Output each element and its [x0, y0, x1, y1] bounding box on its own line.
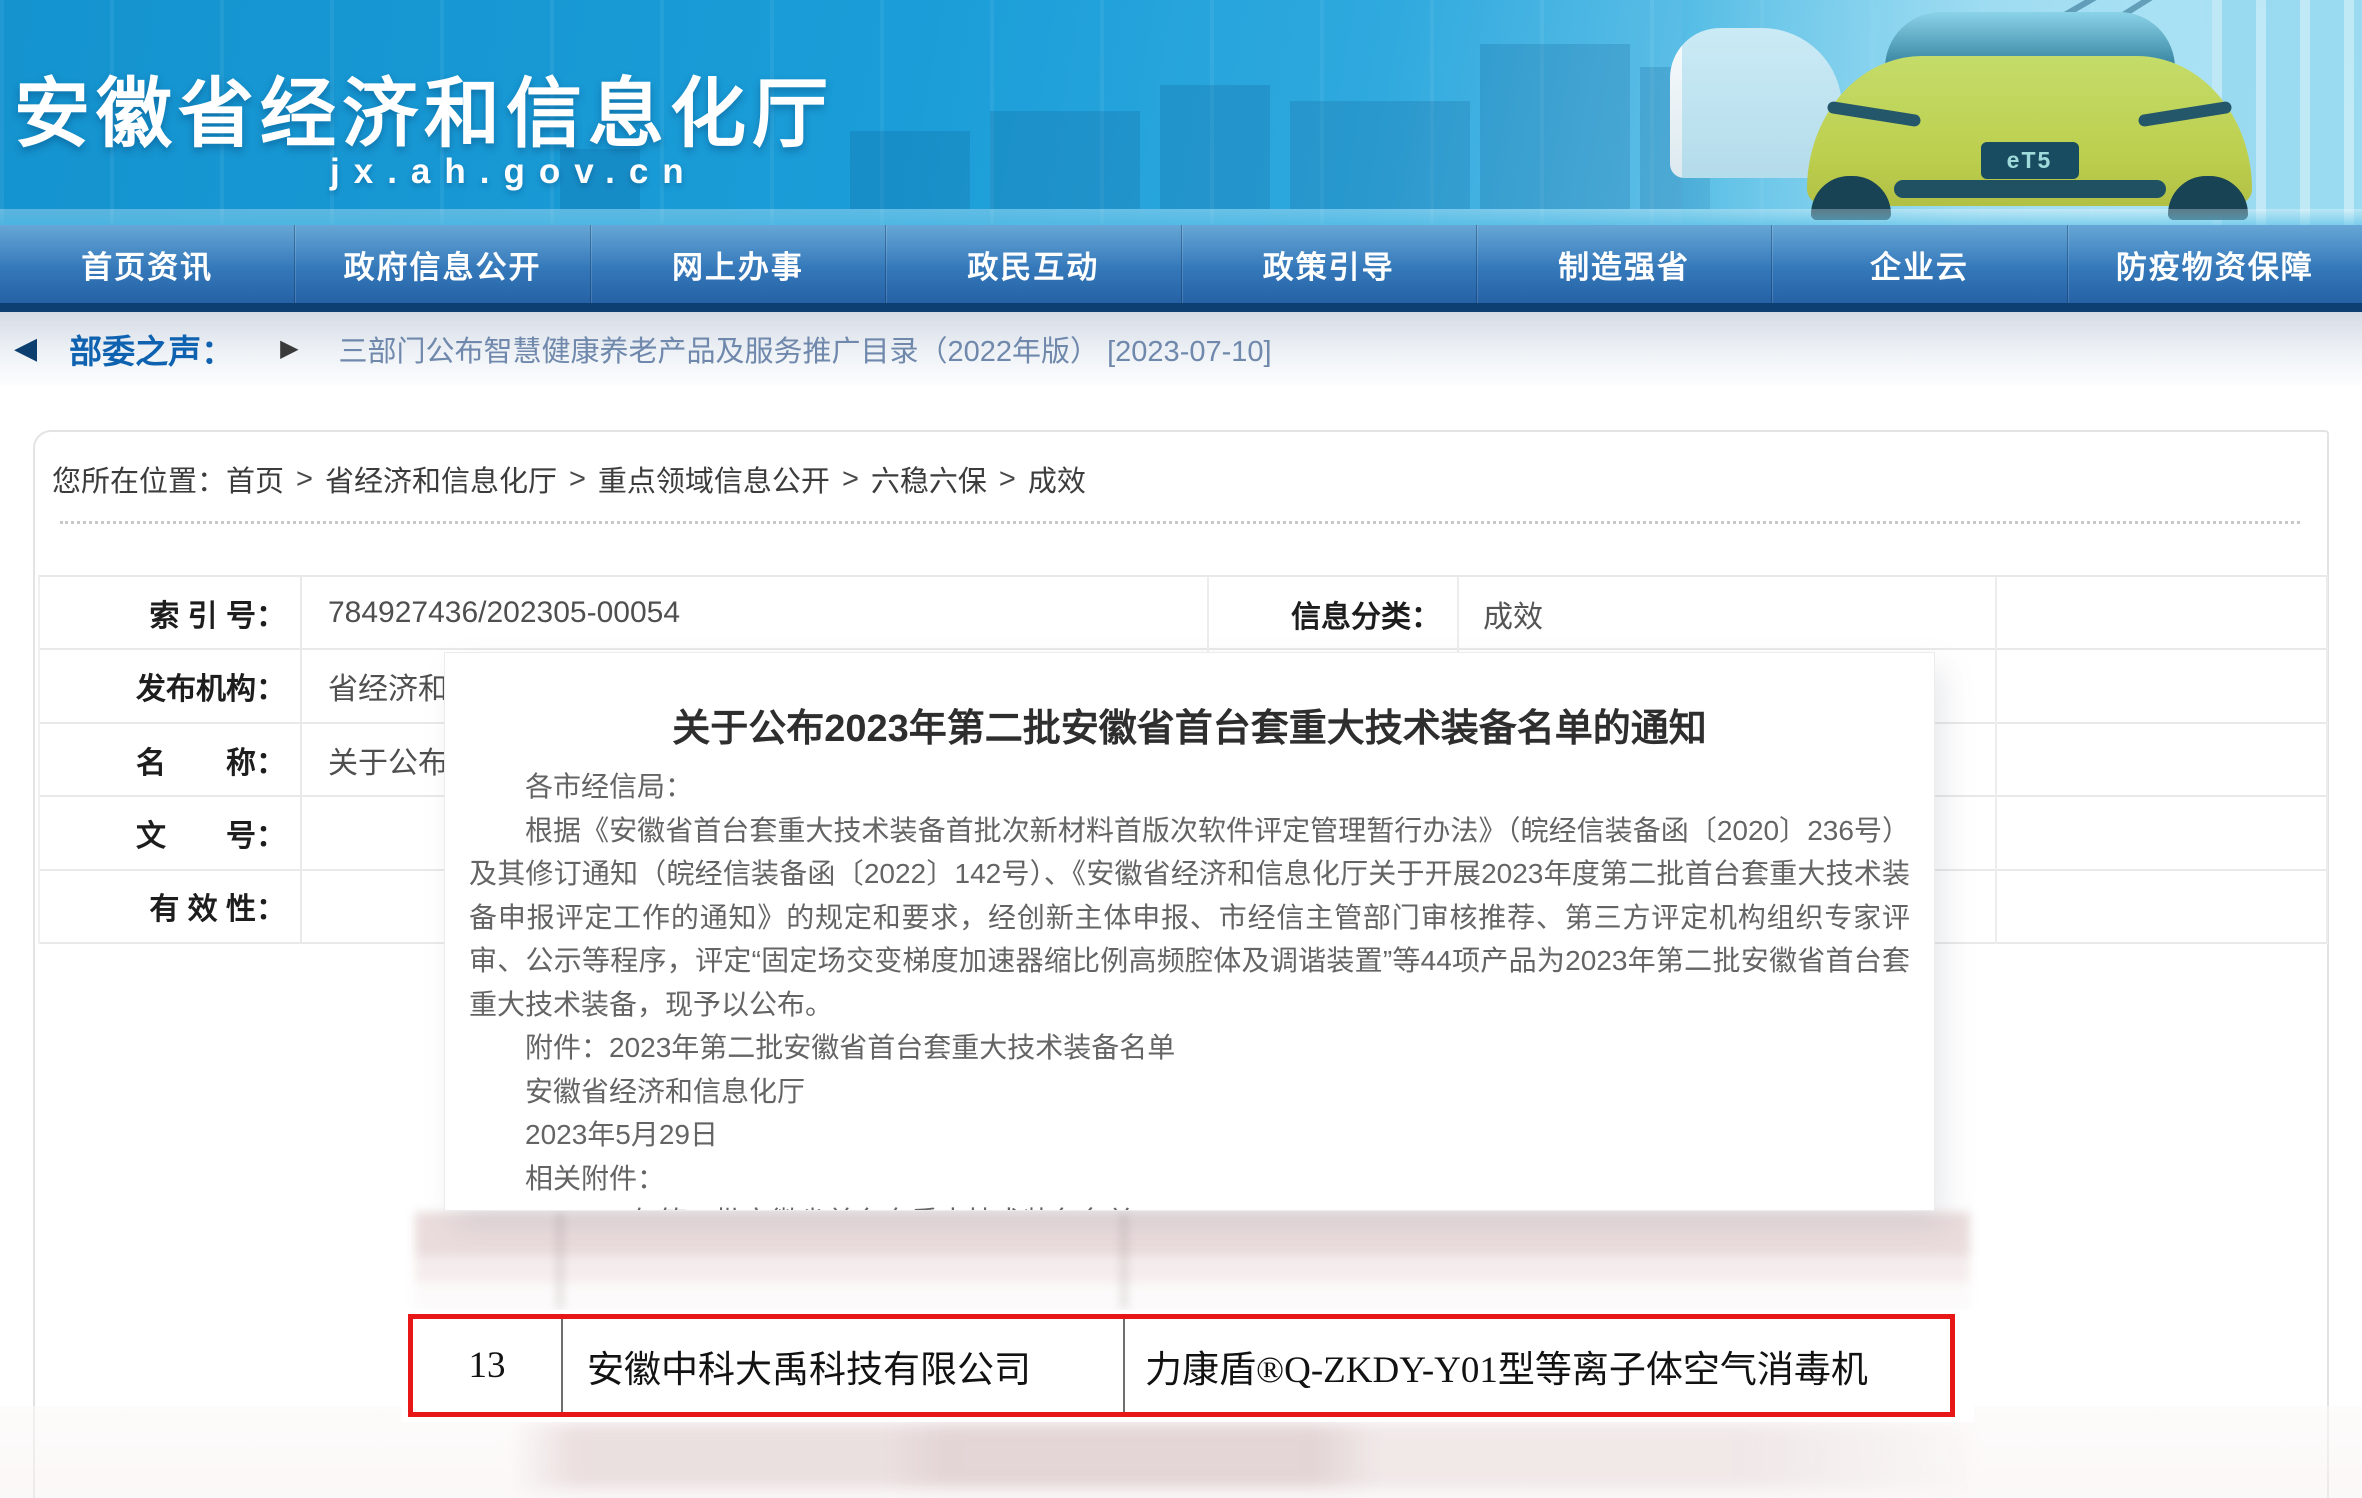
photo-blue-tint	[1682, 0, 2362, 225]
news-ticker: ◀ 部委之声： ▶ 三部门公布智慧健康养老产品及服务推广目录（2022年版） […	[0, 312, 2362, 385]
breadcrumb-prefix: 您所在位置：	[52, 458, 226, 500]
breadcrumb-item-key-info-disclosure[interactable]: 重点领域信息公开	[598, 458, 830, 500]
attachment-link[interactable]: 1、2023年第二批安徽省首台套重大技术装备名单.xlsx	[469, 1200, 1910, 1210]
nav-bottom-strip	[0, 303, 2362, 312]
table-row-right: 信息分类： 成效	[1207, 577, 1543, 651]
breadcrumb-item-results[interactable]: 成效	[1028, 458, 1086, 500]
nav-item-enterprise-cloud[interactable]: 企业云	[1771, 225, 2066, 303]
highlight-product-cell: 力康盾®Q-ZKDY-Y01型等离子体空气消毒机	[1125, 1319, 1950, 1412]
info-label: 有 效 性：	[40, 871, 302, 942]
breadcrumb-separator: >	[842, 463, 859, 496]
table-grid-line	[1995, 577, 1997, 944]
highlight-row: 13 安徽中科大禹科技有限公司 力康盾®Q-ZKDY-Y01型等离子体空气消毒机	[408, 1314, 1955, 1417]
skyline-water	[0, 209, 2362, 225]
blurred-row-below	[420, 1424, 1965, 1488]
skyline-building	[990, 111, 1140, 209]
info-value: 784927436/202305-00054	[302, 577, 680, 648]
breadcrumb-item-department[interactable]: 省经济和信息化厅	[325, 458, 557, 500]
info-value: 成效	[1483, 592, 1543, 636]
skyline-building	[1290, 101, 1470, 209]
notice-paragraph: 各市经信局：	[469, 765, 1910, 809]
ticker-prev-icon[interactable]: ◀	[14, 331, 37, 366]
info-label: 索 引 号：	[40, 577, 302, 648]
ticker-next-icon[interactable]: ▶	[280, 334, 298, 363]
info-value: 省经济和	[302, 650, 448, 721]
highlight-index-cell: 13	[413, 1319, 563, 1412]
highlight-company-cell: 安徽中科大禹科技有限公司	[563, 1319, 1125, 1412]
nav-item-gov-info-disclosure[interactable]: 政府信息公开	[294, 225, 589, 303]
skyline-building	[1480, 44, 1630, 209]
skyline-building	[1160, 85, 1270, 209]
notice-paragraph: 相关附件：	[469, 1157, 1910, 1201]
site-banner: eT5 安徽省经济和信息化厅 jx.ah.gov.cn	[0, 0, 2362, 225]
nav-item-public-interaction[interactable]: 政民互动	[885, 225, 1180, 303]
dotted-divider	[60, 521, 2300, 524]
info-label: 文 号：	[40, 797, 302, 868]
info-value	[302, 797, 328, 868]
info-label: 信息分类：	[1207, 592, 1457, 636]
table-row: 索 引 号： 784927436/202305-00054 信息分类： 成效	[40, 577, 2326, 650]
nav-item-home-news[interactable]: 首页资讯	[0, 225, 294, 303]
notice-paragraph: 根据《安徽省首台套重大技术装备首批次新材料首版次软件评定管理暂行办法》（皖经信装…	[469, 809, 1910, 1027]
site-url: jx.ah.gov.cn	[330, 152, 698, 192]
ticker-label: 部委之声：	[69, 325, 234, 373]
nav-item-online-services[interactable]: 网上办事	[590, 225, 885, 303]
ticker-headline-link[interactable]: 三部门公布智慧健康养老产品及服务推广目录（2022年版） [2023-07-10…	[339, 328, 1272, 370]
notice-panel: 关于公布2023年第二批安徽省首台套重大技术装备名单的通知 各市经信局： 根据《…	[445, 653, 1934, 1210]
notice-body: 各市经信局： 根据《安徽省首台套重大技术装备首批次新材料首版次软件评定管理暂行办…	[469, 765, 1910, 1210]
nav-item-policy-guidance[interactable]: 政策引导	[1181, 225, 1476, 303]
breadcrumb-separator: >	[569, 463, 586, 496]
breadcrumb: 您所在位置： 首页 > 省经济和信息化厅 > 重点领域信息公开 > 六稳六保 >…	[52, 458, 1086, 500]
notice-paragraph: 2023年5月29日	[469, 1113, 1910, 1157]
notice-paragraph: 附件：2023年第二批安徽省首台套重大技术装备名单	[469, 1026, 1910, 1070]
breadcrumb-separator: >	[296, 463, 313, 496]
site-title: 安徽省经济和信息化厅	[14, 52, 864, 162]
main-nav: 首页资讯 政府信息公开 网上办事 政民互动 政策引导 制造强省 企业云 防疫物资…	[0, 225, 2362, 303]
breadcrumb-item-home[interactable]: 首页	[226, 458, 284, 500]
banner-car-photo: eT5	[1682, 0, 2362, 225]
info-label: 名 称：	[40, 724, 302, 795]
nav-item-epidemic-supplies[interactable]: 防疫物资保障	[2067, 225, 2362, 303]
notice-title: 关于公布2023年第二批安徽省首台套重大技术装备名单的通知	[469, 697, 1910, 752]
info-label: 发布机构：	[40, 650, 302, 721]
notice-paragraph: 安徽省经济和信息化厅	[469, 1070, 1910, 1114]
nav-item-manufacturing-province[interactable]: 制造强省	[1476, 225, 1771, 303]
skyline-building	[850, 131, 970, 209]
breadcrumb-separator: >	[999, 463, 1016, 496]
info-value	[302, 871, 328, 942]
blurred-row-above	[415, 1212, 1970, 1310]
breadcrumb-item-six-stability[interactable]: 六稳六保	[871, 458, 987, 500]
info-value: 关于公布	[302, 724, 448, 795]
